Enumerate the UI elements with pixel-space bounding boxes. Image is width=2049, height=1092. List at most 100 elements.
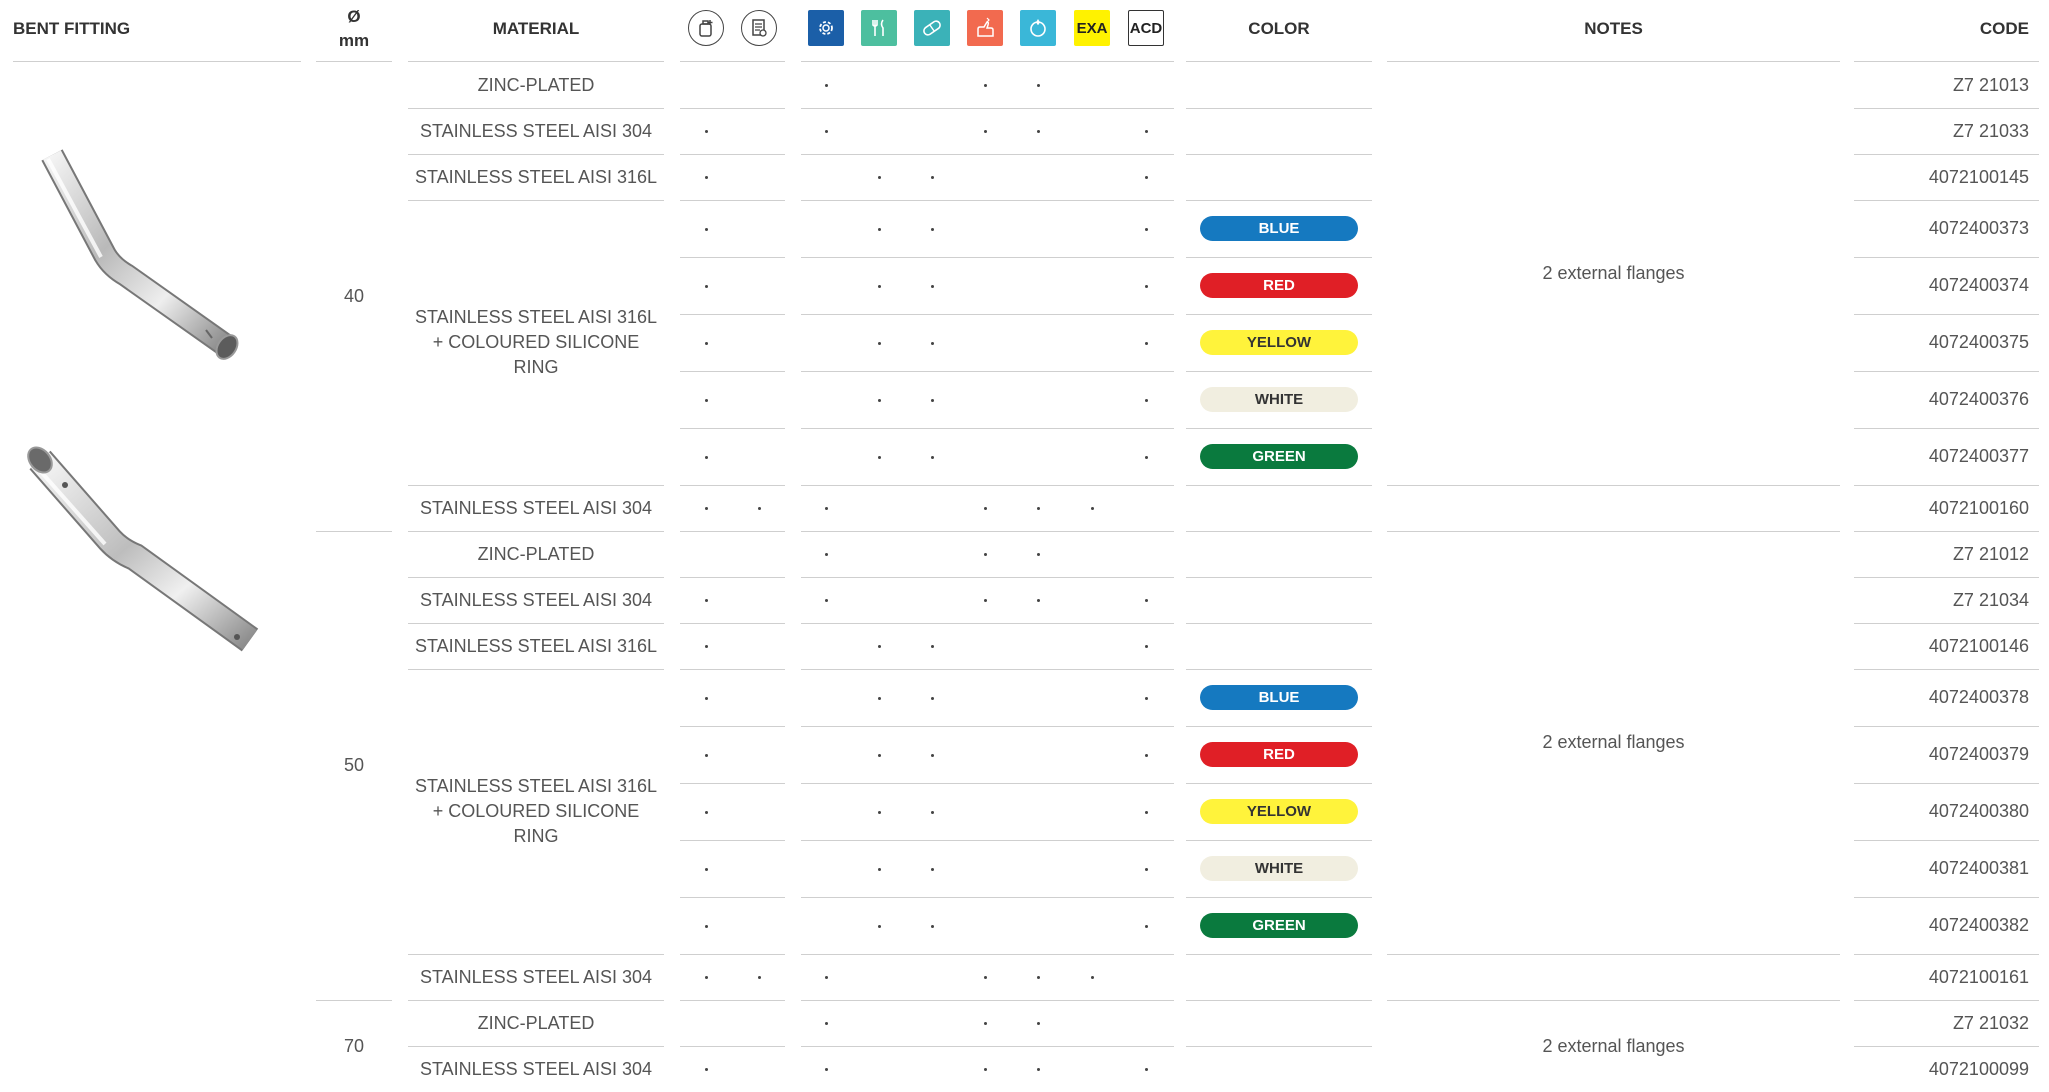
row-divider [1387,954,1840,955]
row-divider [1186,726,1372,727]
row-divider [1186,371,1372,372]
availability-dot [705,227,708,231]
availability-dot [705,130,708,133]
product-code: 4072400379 [1928,744,2029,764]
row-divider [1186,577,1372,578]
availability-dot [984,130,987,133]
availability-dot [1037,553,1040,556]
availability-dot [705,645,708,648]
availability-dot [705,398,708,402]
material-cell: STAINLESS STEEL AISI 304 [419,120,653,141]
product-code: Z7 21013 [1952,74,2029,95]
availability-dot [758,976,761,979]
row-divider [801,623,1174,624]
availability-dot [1037,976,1040,979]
product-code: 4072400377 [1928,446,2029,466]
availability-dot [984,507,987,510]
availability-dot [1037,1068,1040,1071]
row-divider [1186,840,1372,841]
row-divider [680,314,785,315]
row-divider [1186,154,1372,155]
product-code: Z7 21034 [1952,589,2029,610]
material-merged-cell: STAINLESS STEEL AISI 316L + COLOURED SIL… [414,776,658,846]
color-badge-yellow: YELLOW [1200,798,1358,824]
material-cell: STAINLESS STEEL AISI 316L [414,635,658,656]
diameter-value: 40 [343,286,365,306]
row-divider [680,428,785,429]
availability-dot [705,867,708,871]
availability-dot [931,227,934,231]
header-divider [1186,61,1372,62]
row-divider [1186,1046,1372,1047]
availability-dot [705,924,708,928]
availability-dot [825,976,828,979]
product-code: 4072100145 [1928,166,2029,187]
availability-dot [825,599,828,602]
availability-dot [1037,84,1040,87]
row-divider [801,314,1174,315]
color-badge-green: GREEN [1200,912,1358,938]
availability-dot [878,867,881,871]
material-cell: ZINC-PLATED [477,1012,595,1033]
row-divider [680,371,785,372]
row-divider [1186,897,1372,898]
acd-label-icon: ACD [1128,10,1164,46]
row-divider [1186,314,1372,315]
color-badge-blue: BLUE [1200,684,1358,710]
availability-dot [931,176,934,179]
row-divider [680,154,785,155]
availability-dot [1037,130,1040,133]
row-divider [680,257,785,258]
header-diameter-symbol: Ø [347,7,361,26]
availability-dot [878,696,881,700]
availability-dot [1145,696,1148,700]
availability-dot [705,599,708,602]
availability-dot [931,810,934,814]
availability-dot [931,455,934,459]
product-code: 4072400374 [1928,275,2029,295]
row-divider [1186,1000,1372,1001]
row-divider [408,200,664,201]
color-badge-red: RED [1200,741,1358,767]
row-divider [801,531,1174,532]
header-diameter-unit: mm [338,31,370,50]
availability-dot [931,398,934,402]
header-diameter: Ø mm [316,0,392,58]
availability-dot [705,507,708,510]
row-divider [801,577,1174,578]
header-divider [680,61,785,62]
row-divider [801,783,1174,784]
availability-dot [878,810,881,814]
notes-cell: 2 external flanges [1542,732,1685,752]
availability-dot [825,130,828,133]
availability-dot [1145,645,1148,648]
row-divider [801,669,1174,670]
row-divider [680,954,785,955]
row-divider [801,840,1174,841]
exa-label-text: EXA [1076,19,1108,37]
material-cell: ZINC-PLATED [477,74,595,95]
product-code: 4072400378 [1928,687,2029,707]
availability-dot [878,455,881,459]
row-divider [801,485,1174,486]
row-divider [801,257,1174,258]
product-code: 4072400376 [1928,389,2029,409]
material-cell: STAINLESS STEEL AISI 316L [414,166,658,187]
row-divider [801,200,1174,201]
row-divider [801,1000,1174,1001]
availability-dot [984,976,987,979]
header-divider [13,61,301,62]
product-code: Z7 21032 [1952,1012,2029,1033]
document-certificate-icon [741,10,777,46]
container-add-icon [688,10,724,46]
row-divider [680,840,785,841]
row-divider [1186,531,1372,532]
availability-dot [984,84,987,87]
product-code: 4072400381 [1928,858,2029,878]
row-divider [801,428,1174,429]
row-divider [1186,669,1372,670]
row-divider [801,954,1174,955]
diameter-value: 70 [343,1035,365,1056]
availability-dot [825,1068,828,1071]
header-divider [801,61,1174,62]
